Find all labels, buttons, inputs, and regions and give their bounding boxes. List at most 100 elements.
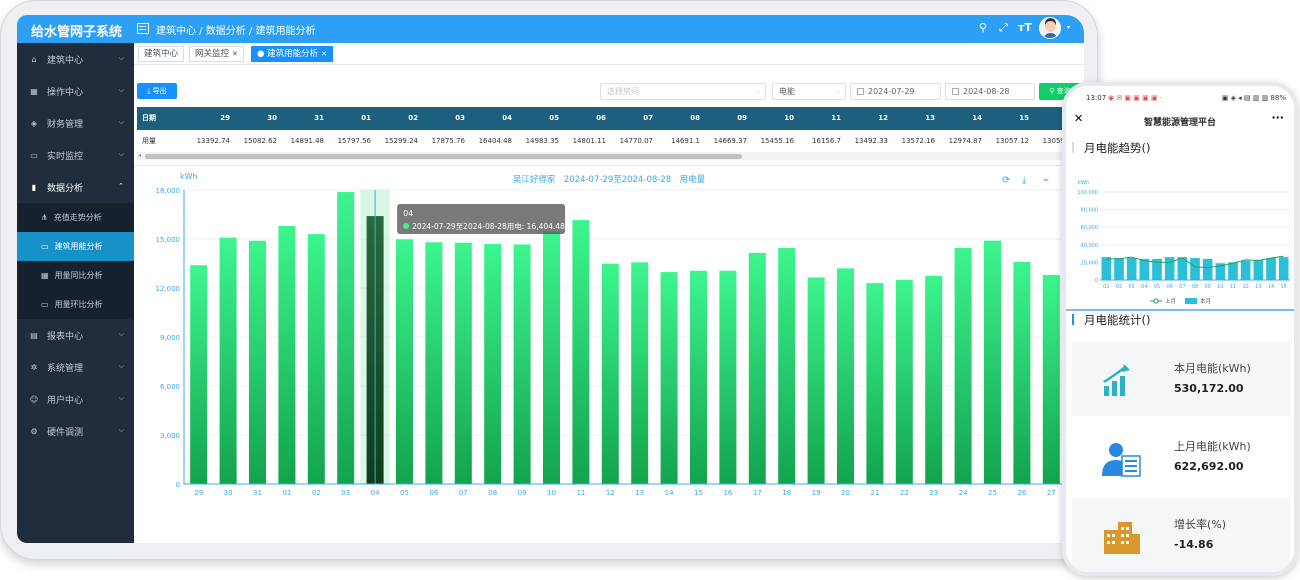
bar	[719, 270, 737, 484]
y-tick-label: 40,000	[1081, 243, 1099, 249]
sidebar-item[interactable]: ✲ 系统管理 ⌵	[17, 351, 134, 383]
tab-gateway-monitor[interactable]: 网关监控 ✕	[189, 46, 244, 62]
sidebar-item[interactable]: ▭ 实时监控 ⌵	[17, 139, 134, 171]
search-icon[interactable]: ⚲	[979, 21, 987, 34]
sidebar-item[interactable]: ☺ 用户中心 ⌵	[17, 383, 134, 415]
stat-card-this-month: 本月电能(kWh) 530,172.00	[1072, 342, 1290, 416]
bar	[484, 244, 502, 484]
sidebar: ⌂ 建筑中心 ⌵ ▦ 操作中心 ⌵ ◈ 财务管理 ⌵ ▭ 实时监控 ⌵ ▮ 数据分析 ⌃ ⋔ 充值走势分析 ▭ 建筑…	[17, 43, 134, 543]
bar	[1253, 259, 1264, 280]
x-tick-label: 07	[459, 489, 468, 497]
sidebar-item[interactable]: ◈ 财务管理 ⌵	[17, 107, 134, 139]
bar	[690, 270, 707, 484]
scrollbar-thumb[interactable]	[145, 154, 742, 159]
table-cell: 13492.33	[854, 137, 888, 145]
table-cell: 13392.74	[196, 137, 230, 145]
table-cell: 03	[455, 114, 465, 122]
fullscreen-icon[interactable]: ⤢	[999, 21, 1008, 35]
sidebar-item[interactable]: ▦ 操作中心 ⌵	[17, 75, 134, 107]
x-tick-label: 13	[635, 489, 644, 497]
bar	[219, 237, 237, 484]
tooltip: 04 2024-07-29至2024-08-28用电: 16,404.48	[397, 204, 566, 234]
chevron-down-icon: ⌵	[118, 394, 124, 402]
refresh-icon[interactable]: ⟳	[1002, 175, 1010, 186]
end-date-input[interactable]: 2024-08-28	[945, 83, 1035, 100]
x-tick-label: 14	[665, 489, 674, 497]
status-icons: ◉ ✉ ▣ ▣ ▣ ▣ ·	[1108, 94, 1163, 102]
chart-panel: 0 3,000 6,000 9,000 12,000 15,000 18,000 kWh 吴江好…	[134, 165, 1084, 543]
y-tick-label: 60,000	[1081, 225, 1099, 231]
table-row: 用量 13392.74 15082.62 14891.48 15797.56 15299.…	[137, 130, 1084, 153]
user-icon: ☺	[29, 394, 39, 404]
search-icon: ⚲	[1049, 87, 1057, 95]
x-tick-label: 25	[988, 489, 997, 497]
tab-building-energy[interactable]: ● 建筑用能分析 ✕	[251, 46, 334, 62]
sidebar-item[interactable]: ⌂ 建筑中心 ⌵	[17, 43, 134, 75]
bar	[631, 262, 649, 484]
top-navbar: 给水管网子系统 建筑中心 / 数据分析 / 建筑用能分析 ⚲ ⤢ ᴛT ▾	[17, 15, 1084, 43]
close-icon[interactable]: ✕	[232, 50, 238, 58]
x-tick-label: 07	[1179, 284, 1185, 290]
table-cell: 29	[220, 114, 230, 122]
sidebar-item-label: 报表中心	[47, 331, 84, 342]
tooltip-title: 04	[403, 209, 413, 218]
horizontal-scrollbar[interactable]: ◂	[137, 152, 1084, 160]
phone-title: 智慧能源管理平台	[1143, 118, 1216, 128]
table-row-label: 日期	[142, 114, 156, 122]
sidebar-item-label: 用量环比分析	[54, 300, 103, 309]
y-tick-label: 80,000	[1081, 208, 1099, 214]
bar	[1139, 258, 1150, 280]
x-tick-label: 05	[1154, 284, 1160, 290]
sidebar-item[interactable]: ▤ 报表中心 ⌵	[17, 319, 134, 351]
table-cell: 17875.76	[431, 137, 465, 145]
table-cell: 09	[737, 114, 747, 122]
legend-dot-icon	[403, 223, 410, 229]
y-tick-label: 3,000	[160, 432, 180, 440]
sidebar-item[interactable]: ▭ 用量环比分析	[17, 290, 134, 319]
phone-time: 13:07	[1086, 94, 1107, 102]
y-tick-label: 9,000	[160, 334, 180, 342]
table-cell: 16404.48	[478, 137, 512, 145]
stat-value: -14.86	[1174, 538, 1214, 551]
tab-building-center[interactable]: 建筑中心	[138, 46, 185, 62]
table-cell: 01	[361, 114, 371, 122]
sidebar-item[interactable]: ▮ 数据分析 ⌃	[17, 171, 134, 203]
line-chart-icon[interactable]: ⌁	[1043, 175, 1049, 186]
x-tick-label: 23	[929, 489, 938, 497]
x-tick-label: 27	[1047, 489, 1056, 497]
section-bar-icon	[1072, 142, 1078, 153]
sidebar-item-label: 实时监控	[47, 151, 84, 162]
download-icon[interactable]: ⤓	[1022, 175, 1026, 186]
tooltip-text: 2024-07-29至2024-08-28用电: 16,404.48	[412, 221, 565, 231]
export-button[interactable]: ⤓ 导出	[137, 83, 177, 99]
sidebar-item[interactable]: ▭ 建筑用能分析	[17, 232, 134, 261]
sidebar-item-label: 硬件调测	[47, 427, 84, 438]
close-icon[interactable]: ✕	[321, 50, 327, 58]
sidebar-item[interactable]: ▦ 用量同比分析	[17, 261, 134, 290]
room-select[interactable]: 选择房间 ⌵	[600, 83, 766, 100]
table-cell: 06	[596, 114, 606, 122]
menu-toggle-icon[interactable]	[137, 23, 149, 34]
sidebar-item[interactable]: ⚙ 硬件调测 ⌵	[17, 415, 134, 447]
usage-table: 日期 29 30 31 01 02 03 04 05 06 07 08 09 10 11 12 13 14 15 16…	[137, 107, 1084, 153]
avatar[interactable]	[1039, 17, 1061, 39]
chevron-down-icon: ⌵	[754, 87, 760, 95]
chevron-down-icon: ⌵	[834, 87, 840, 95]
scroll-left-icon[interactable]: ◂	[138, 152, 141, 159]
energy-type-select[interactable]: 电能 ⌵	[772, 83, 846, 100]
more-icon[interactable]: ···	[1271, 111, 1284, 124]
x-tick-label: 03	[341, 489, 350, 497]
font-size-icon[interactable]: ᴛT	[1018, 21, 1032, 34]
table-cell: 15797.56	[337, 137, 371, 145]
sidebar-item[interactable]: ⋔ 充值走势分析	[17, 203, 134, 232]
tab-label: 建筑中心	[144, 49, 179, 59]
calendar-icon	[952, 88, 959, 95]
y-tick-label: 0	[176, 481, 180, 489]
bar	[748, 252, 766, 484]
stat-label: 上月电能(kWh)	[1174, 440, 1251, 453]
sidebar-item-label: 建筑中心	[47, 55, 84, 66]
x-tick-label: 08	[488, 489, 497, 497]
x-tick-label: 10	[547, 489, 556, 497]
chevron-down-icon[interactable]: ▾	[1067, 24, 1070, 31]
start-date-input[interactable]: 2024-07-29	[850, 83, 941, 100]
